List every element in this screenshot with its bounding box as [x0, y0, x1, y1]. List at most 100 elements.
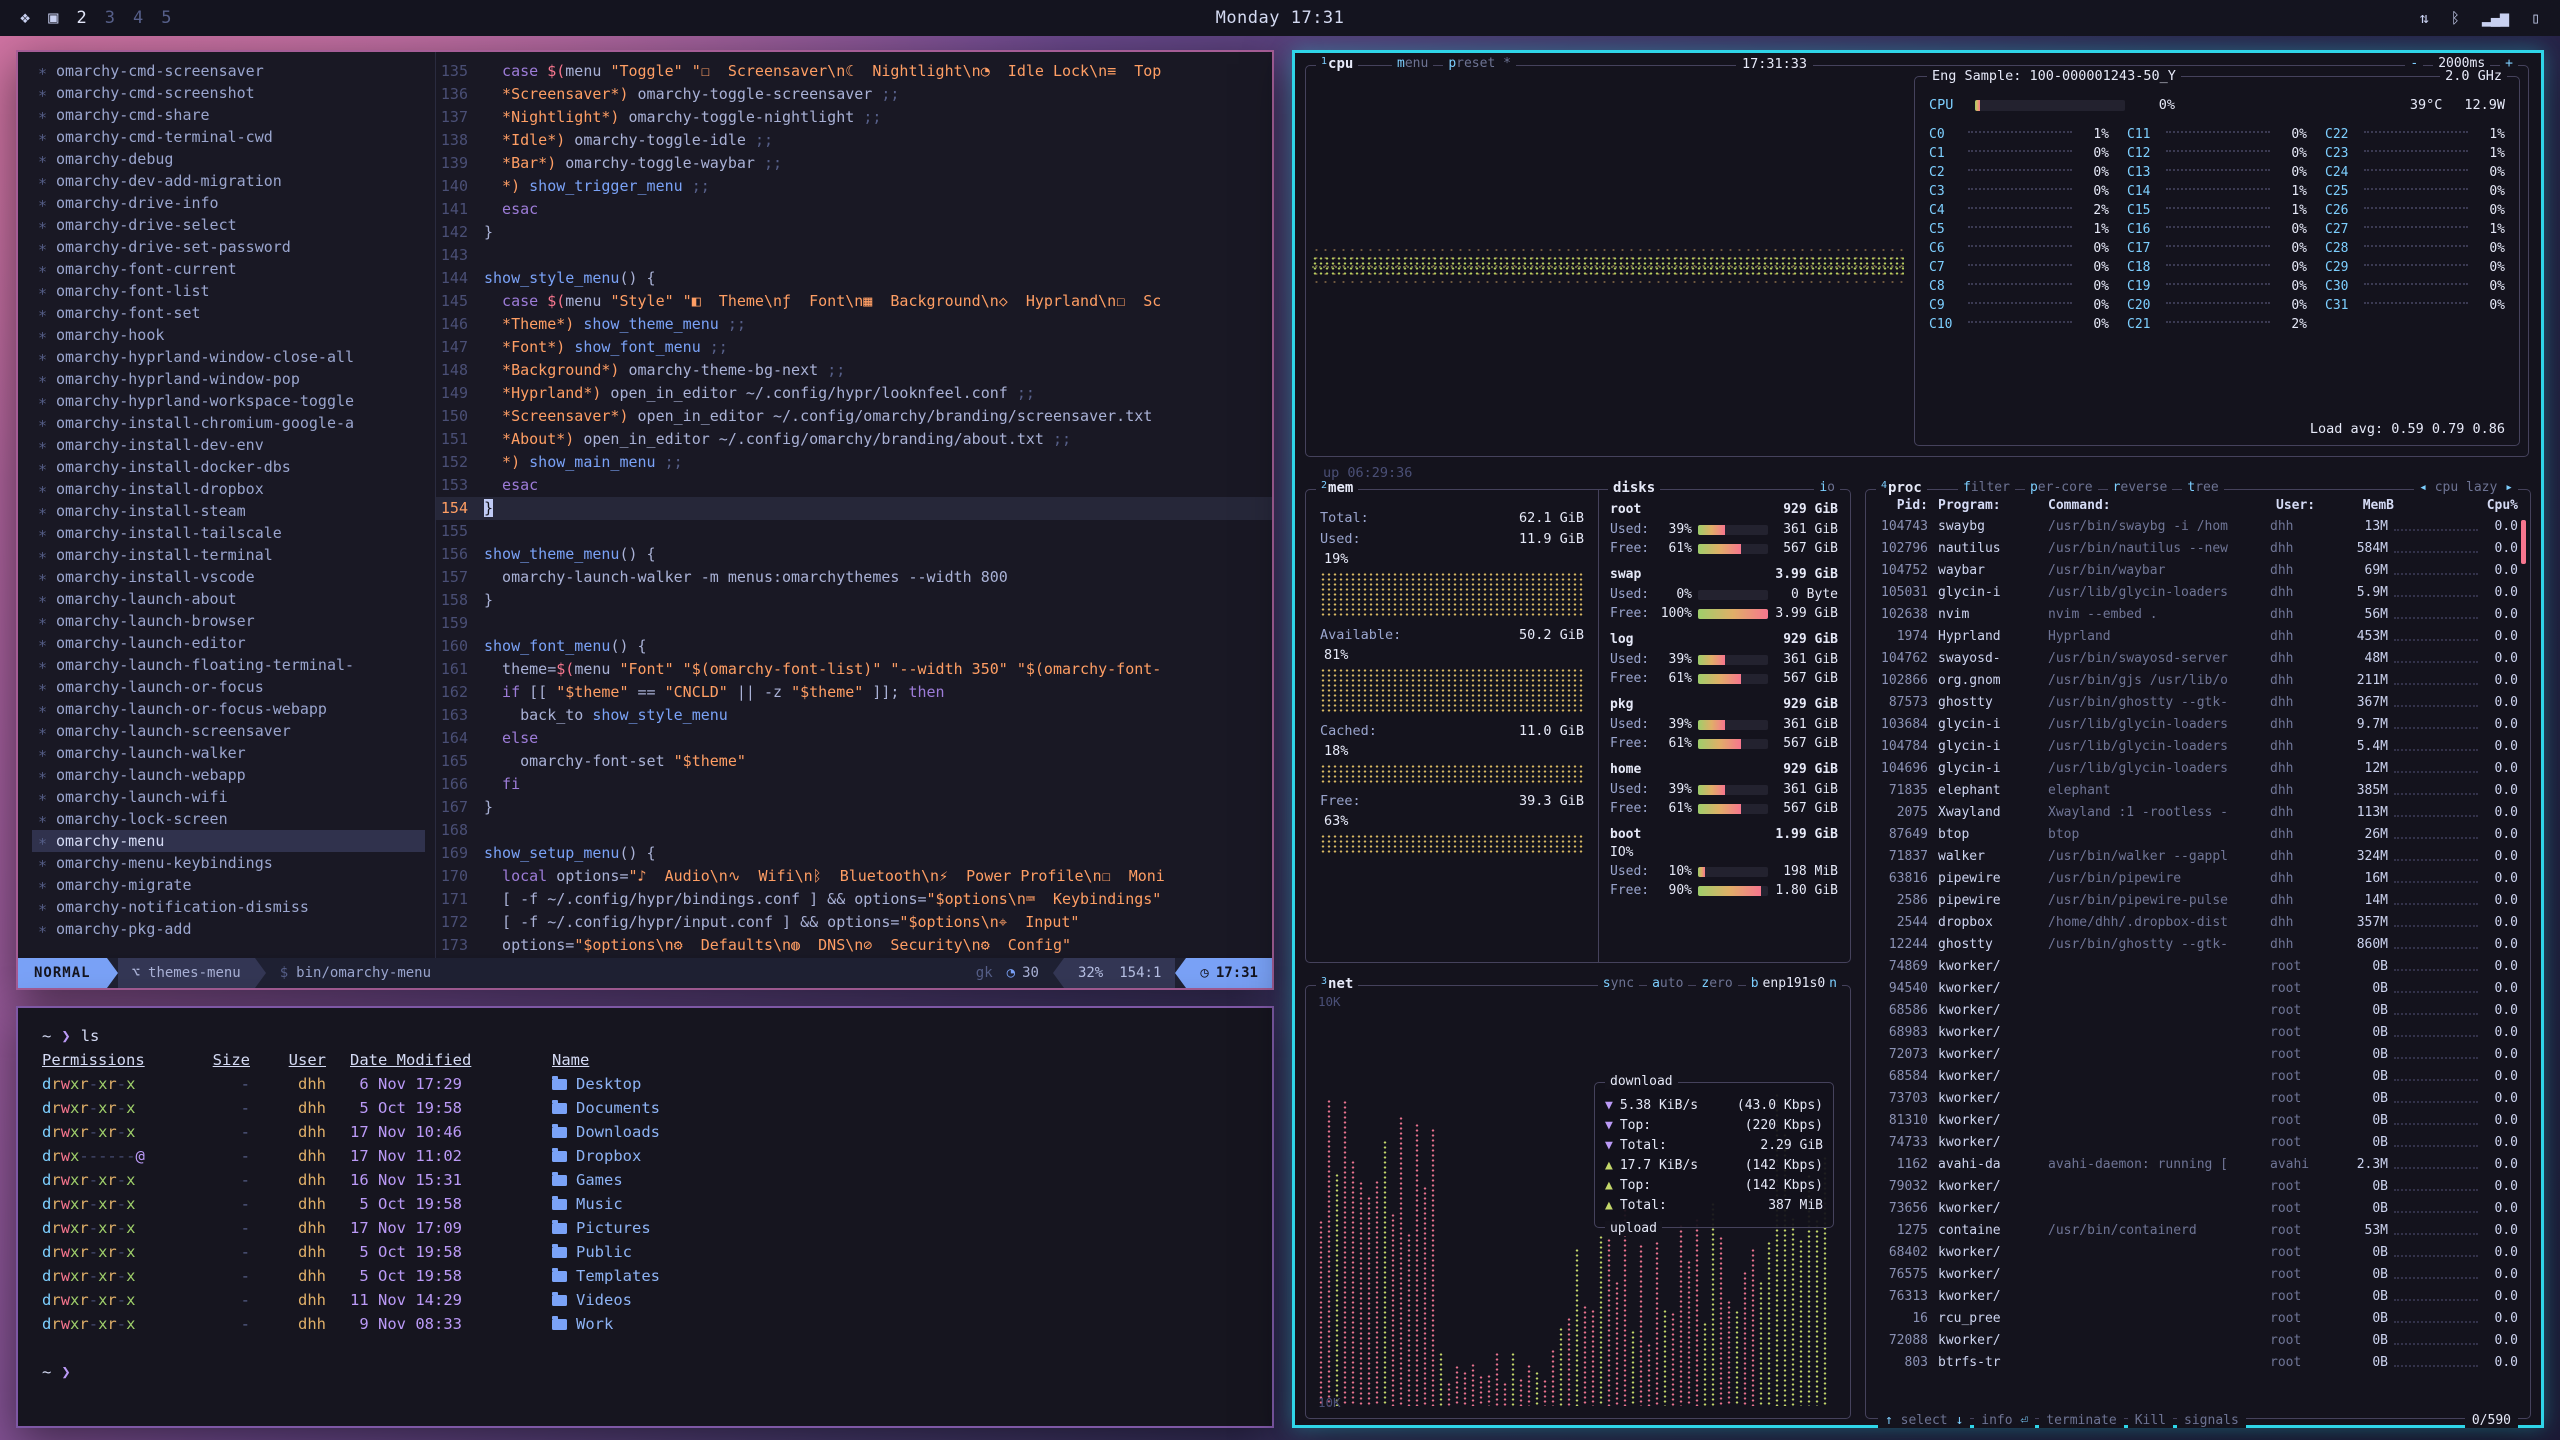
- code-line[interactable]: 160show_font_menu() {: [436, 635, 1272, 658]
- code-line[interactable]: 137 *Nightlight*) omarchy-toggle-nightli…: [436, 106, 1272, 129]
- code-line[interactable]: 152 *) show_main_menu ;;: [436, 451, 1272, 474]
- process-row[interactable]: 104762swayosd-/usr/bin/swayosd-serverdhh…: [1866, 648, 2530, 670]
- code-line[interactable]: 163 back_to show_style_menu: [436, 704, 1272, 727]
- file-tree-item[interactable]: ∗omarchy-install-dev-env: [32, 434, 435, 456]
- screencast-icon[interactable]: ⇅: [2420, 9, 2429, 27]
- disks-panel-title[interactable]: disks: [1608, 480, 1660, 496]
- net-auto-button[interactable]: auto: [1647, 976, 1688, 991]
- file-tree-item[interactable]: ∗omarchy-font-current: [32, 258, 435, 280]
- code-line[interactable]: 135 case $(menu "Toggle" "☐ Screensaver\…: [436, 60, 1272, 83]
- file-tree-item[interactable]: ∗omarchy-drive-info: [32, 192, 435, 214]
- file-tree-item[interactable]: ∗omarchy-menu: [32, 830, 425, 852]
- workspace-3[interactable]: 3: [105, 8, 115, 28]
- cpu-menu-button[interactable]: menu: [1392, 56, 1433, 71]
- code-line[interactable]: 162 if [[ "$theme" == "CNCLD" || -z "$th…: [436, 681, 1272, 704]
- code-line[interactable]: 155: [436, 520, 1272, 543]
- file-tree-item[interactable]: ∗omarchy-install-docker-dbs: [32, 456, 435, 478]
- proc-panel-title[interactable]: 4proc: [1876, 480, 1927, 496]
- proc-per-core-button[interactable]: per-core: [2025, 480, 2098, 495]
- file-tree-item[interactable]: ∗omarchy-hyprland-window-pop: [32, 368, 435, 390]
- net-panel-title[interactable]: 3net: [1316, 976, 1358, 992]
- process-row[interactable]: 102796nautilus/usr/bin/nautilus --newdhh…: [1866, 538, 2530, 560]
- process-row[interactable]: 105031glycin-i/usr/lib/glycin-loadersdhh…: [1866, 582, 2530, 604]
- process-row[interactable]: 94540kworker/root0B0.0: [1866, 978, 2530, 1000]
- interval-decrease-button[interactable]: -: [2405, 56, 2423, 71]
- file-tree-item[interactable]: ∗omarchy-hyprland-window-close-all: [32, 346, 435, 368]
- code-line[interactable]: 148 *Background*) omarchy-theme-bg-next …: [436, 359, 1272, 382]
- file-tree-item[interactable]: ∗omarchy-pkg-add: [32, 918, 435, 940]
- process-row[interactable]: 2075XwaylandXwayland :1 -rootless -dhh11…: [1866, 802, 2530, 824]
- shell-prompt-line[interactable]: ~ ❯: [42, 1360, 1248, 1384]
- code-line[interactable]: 141 esac: [436, 198, 1272, 221]
- disks-io-toggle[interactable]: io: [1814, 480, 1840, 495]
- process-row[interactable]: 81310kworker/root0B0.0: [1866, 1110, 2530, 1132]
- code-line[interactable]: 157 omarchy-launch-walker -m menus:omarc…: [436, 566, 1272, 589]
- process-row[interactable]: 12244ghostty/usr/bin/ghostty --gtk-dhh86…: [1866, 934, 2530, 956]
- terminal-window[interactable]: ~ ❯ ls PermissionsSizeUserDate ModifiedN…: [16, 1006, 1274, 1428]
- workspace-5[interactable]: 5: [161, 8, 171, 28]
- file-tree-item[interactable]: ∗omarchy-drive-set-password: [32, 236, 435, 258]
- code-line[interactable]: 146 *Theme*) show_theme_menu ;;: [436, 313, 1272, 336]
- code-line[interactable]: 173 options="$options\n⚙ Defaults\n◍ DNS…: [436, 934, 1272, 957]
- code-line[interactable]: 149 *Hyprland*) open_in_editor ~/.config…: [436, 382, 1272, 405]
- code-editor[interactable]: 135 case $(menu "Toggle" "☐ Screensaver\…: [436, 52, 1272, 958]
- code-line[interactable]: 154}: [436, 497, 1272, 520]
- workspace-1-indicator[interactable]: ▣: [48, 8, 58, 28]
- editor-window[interactable]: ∗omarchy-cmd-screensaver∗omarchy-cmd-scr…: [16, 50, 1274, 990]
- code-line[interactable]: 145 case $(menu "Style" "◧ Theme\nƒ Font…: [436, 290, 1272, 313]
- file-tree-item[interactable]: ∗omarchy-install-steam: [32, 500, 435, 522]
- process-row[interactable]: 73656kworker/root0B0.0: [1866, 1198, 2530, 1220]
- file-tree-item[interactable]: ∗omarchy-launch-screensaver: [32, 720, 435, 742]
- proc-column-header[interactable]: Pid:: [1878, 498, 1938, 513]
- mem-panel-title[interactable]: 2mem: [1316, 480, 1358, 496]
- code-line[interactable]: 169show_setup_menu() {: [436, 842, 1272, 865]
- file-tree-item[interactable]: ∗omarchy-install-vscode: [32, 566, 435, 588]
- process-row[interactable]: 76575kworker/root0B0.0: [1866, 1264, 2530, 1286]
- process-row[interactable]: 71837walker/usr/bin/walker --gappldhh324…: [1866, 846, 2530, 868]
- file-tree-item[interactable]: ∗omarchy-launch-floating-terminal-: [32, 654, 435, 676]
- code-line[interactable]: 167}: [436, 796, 1272, 819]
- file-tree-item[interactable]: ∗omarchy-cmd-terminal-cwd: [32, 126, 435, 148]
- file-tree-item[interactable]: ∗omarchy-debug: [32, 148, 435, 170]
- process-row[interactable]: 68584kworker/root0B0.0: [1866, 1066, 2530, 1088]
- process-row[interactable]: 72088kworker/root0B0.0: [1866, 1330, 2530, 1352]
- file-tree-item[interactable]: ∗omarchy-cmd-screensaver: [32, 60, 435, 82]
- network-interface-selector[interactable]: benp191s0n: [1746, 976, 1842, 991]
- process-row[interactable]: 63816pipewire/usr/bin/pipewiredhh16M0.0: [1866, 868, 2530, 890]
- code-line[interactable]: 161 theme=$(menu "Font" "$(omarchy-font-…: [436, 658, 1272, 681]
- code-line[interactable]: 139 *Bar*) omarchy-toggle-waybar ;;: [436, 152, 1272, 175]
- workspace-2[interactable]: 2: [77, 8, 87, 28]
- process-row[interactable]: 79032kworker/root0B0.0: [1866, 1176, 2530, 1198]
- workspace-4[interactable]: 4: [133, 8, 143, 28]
- process-row[interactable]: 2544dropbox/home/dhh/.dropbox-distdhh357…: [1866, 912, 2530, 934]
- file-tree-item[interactable]: ∗omarchy-launch-wifi: [32, 786, 435, 808]
- file-tree-item[interactable]: ∗omarchy-install-terminal: [32, 544, 435, 566]
- git-branch[interactable]: ⌥themes-menu: [118, 958, 255, 988]
- file-tree-item[interactable]: ∗omarchy-install-dropbox: [32, 478, 435, 500]
- file-tree-item[interactable]: ∗omarchy-launch-about: [32, 588, 435, 610]
- code-line[interactable]: 143: [436, 244, 1272, 267]
- process-row[interactable]: 1974HyprlandHyprlanddhh453M0.0: [1866, 626, 2530, 648]
- net-zero-button[interactable]: zero: [1696, 976, 1737, 991]
- code-line[interactable]: 171 [ -f ~/.config/hypr/bindings.conf ] …: [436, 888, 1272, 911]
- code-line[interactable]: 142}: [436, 221, 1272, 244]
- code-line[interactable]: 159: [436, 612, 1272, 635]
- process-row[interactable]: 71835elephantelephantdhh385M0.0: [1866, 780, 2530, 802]
- cpu-panel-title[interactable]: 1cpu: [1316, 56, 1358, 72]
- process-row[interactable]: 68983kworker/root0B0.0: [1866, 1022, 2530, 1044]
- proc-sort-control[interactable]: ◂ cpu lazy ▸: [2414, 480, 2518, 495]
- file-tree-item[interactable]: ∗omarchy-install-chromium-google-a: [32, 412, 435, 434]
- file-tree-item[interactable]: ∗omarchy-menu-keybindings: [32, 852, 435, 874]
- code-line[interactable]: 136 *Screensaver*) omarchy-toggle-screen…: [436, 83, 1272, 106]
- proc-tree-button[interactable]: tree: [2182, 480, 2223, 495]
- process-row[interactable]: 104752waybar/usr/bin/waybardhh69M0.0: [1866, 560, 2530, 582]
- file-tree-item[interactable]: ∗omarchy-install-tailscale: [32, 522, 435, 544]
- process-row[interactable]: 2586pipewire/usr/bin/pipewire-pulsedhh14…: [1866, 890, 2530, 912]
- code-line[interactable]: 172 [ -f ~/.config/hypr/input.conf ] && …: [436, 911, 1272, 934]
- code-line[interactable]: 144show_style_menu() {: [436, 267, 1272, 290]
- process-row[interactable]: 87649btopbtopdhh26M0.0: [1866, 824, 2530, 846]
- code-line[interactable]: 166 fi: [436, 773, 1272, 796]
- file-tree-item[interactable]: ∗omarchy-launch-walker: [32, 742, 435, 764]
- file-tree-item[interactable]: ∗omarchy-font-list: [32, 280, 435, 302]
- launcher-icon[interactable]: ❖: [20, 8, 30, 28]
